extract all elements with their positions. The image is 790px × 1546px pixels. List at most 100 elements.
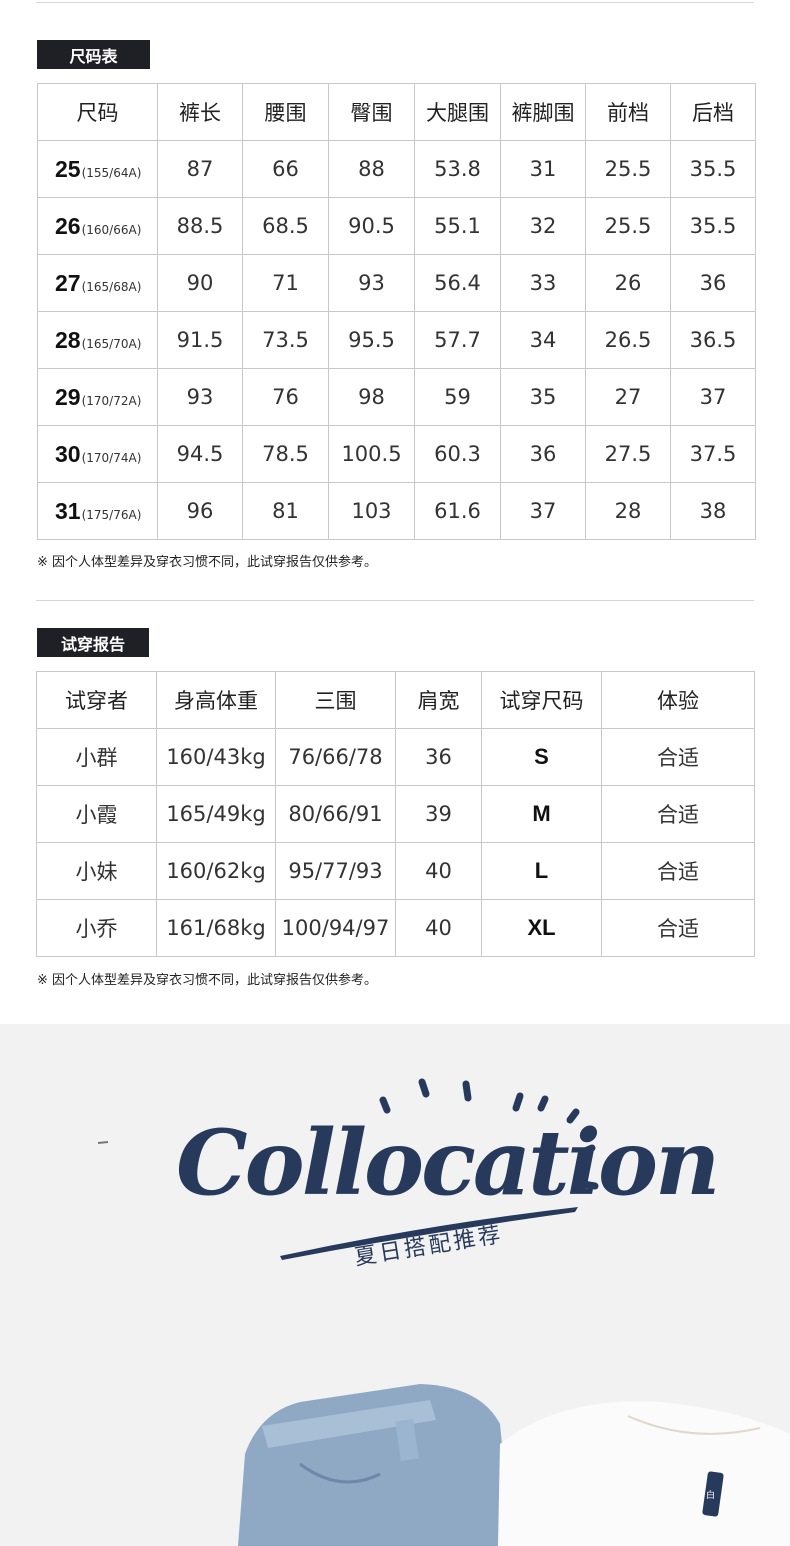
- shoulder-value: 36: [395, 728, 482, 786]
- tester-name: 小霞: [36, 785, 157, 843]
- size-cell: 31(175/76A): [37, 482, 158, 540]
- waist-value: 68.5: [242, 197, 329, 255]
- header-tried-size: 试穿尺码: [481, 671, 602, 729]
- tshirt-tag-label: 白: [706, 1489, 715, 1501]
- tester-name: 小群: [36, 728, 157, 786]
- header-front-rise: 前档: [585, 83, 671, 141]
- waist-value: 78.5: [242, 425, 329, 483]
- size-spec: (165/68A): [81, 279, 142, 294]
- header-leg-opening: 裤脚围: [500, 83, 586, 141]
- length-value: 87: [157, 140, 243, 198]
- experience-value: 合适: [601, 728, 755, 786]
- size-cell: 28(165/70A): [37, 311, 158, 369]
- tshirt-image: [498, 1401, 790, 1546]
- leg-opening-value: 33: [500, 254, 586, 312]
- waist-value: 76: [242, 368, 329, 426]
- back-rise-value: 35.5: [670, 140, 756, 198]
- table-row: 25(155/64A) 87 66 88 53.8 31 25.5 35.5: [37, 140, 756, 198]
- tried-size-value: S: [481, 728, 602, 786]
- thigh-value: 53.8: [414, 140, 501, 198]
- size-cell: 27(165/68A): [37, 254, 158, 312]
- collocation-illustration: 白: [97, 1078, 790, 1546]
- measurements-value: 95/77/93: [275, 842, 396, 900]
- leg-opening-value: 31: [500, 140, 586, 198]
- back-rise-value: 36: [670, 254, 756, 312]
- jeans-image: [238, 1384, 512, 1546]
- front-rise-value: 27: [585, 368, 671, 426]
- size-number: 28: [55, 326, 81, 353]
- table-row: 30(170/74A) 94.5 78.5 100.5 60.3 36 27.5…: [37, 425, 756, 483]
- leg-opening-value: 37: [500, 482, 586, 540]
- height-weight-value: 160/62kg: [156, 842, 276, 900]
- hip-value: 93: [328, 254, 415, 312]
- hip-value: 100.5: [328, 425, 415, 483]
- header-experience: 体验: [601, 671, 755, 729]
- waist-value: 73.5: [242, 311, 329, 369]
- table-row: 26(160/66A) 88.5 68.5 90.5 55.1 32 25.5 …: [37, 197, 756, 255]
- header-height-weight: 身高体重: [156, 671, 276, 729]
- size-number: 31: [55, 497, 81, 524]
- height-weight-value: 161/68kg: [156, 899, 276, 957]
- tester-name: 小乔: [36, 899, 157, 957]
- thigh-value: 60.3: [414, 425, 501, 483]
- shoulder-value: 40: [395, 842, 482, 900]
- size-chart-table: 尺码 裤长 腰围 臀围 大腿围 裤脚围 前档 后档 25(155/64A) 87…: [37, 83, 756, 540]
- hip-value: 98: [328, 368, 415, 426]
- waist-value: 66: [242, 140, 329, 198]
- measurements-value: 80/66/91: [275, 785, 396, 843]
- back-rise-value: 38: [670, 482, 756, 540]
- length-value: 90: [157, 254, 243, 312]
- collocation-title: Collocation: [176, 1110, 720, 1216]
- height-weight-value: 165/49kg: [156, 785, 276, 843]
- length-value: 94.5: [157, 425, 243, 483]
- header-measurements: 三围: [275, 671, 396, 729]
- table-row: 29(170/72A) 93 76 98 59 35 27 37: [37, 368, 756, 426]
- experience-value: 合适: [601, 842, 755, 900]
- size-spec: (165/70A): [81, 336, 142, 351]
- header-length: 裤长: [157, 83, 243, 141]
- tried-size-value: XL: [481, 899, 602, 957]
- front-rise-value: 25.5: [585, 197, 671, 255]
- size-spec: (170/72A): [81, 393, 142, 408]
- leg-opening-value: 34: [500, 311, 586, 369]
- front-rise-value: 27.5: [585, 425, 671, 483]
- back-rise-value: 36.5: [670, 311, 756, 369]
- size-chart-tag: 尺码表: [37, 40, 150, 69]
- table-row: 小群 160/43kg 76/66/78 36 S 合适: [36, 728, 755, 786]
- thigh-value: 56.4: [414, 254, 501, 312]
- height-weight-value: 160/43kg: [156, 728, 276, 786]
- length-value: 96: [157, 482, 243, 540]
- header-waist: 腰围: [242, 83, 329, 141]
- back-rise-value: 37.5: [670, 425, 756, 483]
- table-row: 28(165/70A) 91.5 73.5 95.5 57.7 34 26.5 …: [37, 311, 756, 369]
- size-number: 29: [55, 383, 81, 410]
- size-chart-note: ※ 因个人体型差异及穿衣习惯不同，此试穿报告仅供参考。: [37, 555, 378, 570]
- shoulder-value: 40: [395, 899, 482, 957]
- length-value: 91.5: [157, 311, 243, 369]
- size-cell: 25(155/64A): [37, 140, 158, 198]
- header-back-rise: 后档: [670, 83, 756, 141]
- length-value: 88.5: [157, 197, 243, 255]
- front-rise-value: 25.5: [585, 140, 671, 198]
- table-row: 31(175/76A) 96 81 103 61.6 37 28 38: [37, 482, 756, 540]
- size-cell: 30(170/74A): [37, 425, 158, 483]
- size-chart-header-row: 尺码 裤长 腰围 臀围 大腿围 裤脚围 前档 后档: [37, 83, 756, 141]
- back-rise-value: 35.5: [670, 197, 756, 255]
- fit-report-header-row: 试穿者 身高体重 三围 肩宽 试穿尺码 体验: [36, 671, 755, 729]
- header-hip: 臀围: [328, 83, 415, 141]
- tried-size-value: L: [481, 842, 602, 900]
- measurements-value: 100/94/97: [275, 899, 396, 957]
- experience-value: 合适: [601, 899, 755, 957]
- thigh-value: 59: [414, 368, 501, 426]
- hip-value: 103: [328, 482, 415, 540]
- front-rise-value: 28: [585, 482, 671, 540]
- size-spec: (160/66A): [81, 222, 142, 237]
- table-row: 小妹 160/62kg 95/77/93 40 L 合适: [36, 842, 755, 900]
- header-size: 尺码: [37, 83, 158, 141]
- header-shoulder: 肩宽: [395, 671, 482, 729]
- table-row: 小霞 165/49kg 80/66/91 39 M 合适: [36, 785, 755, 843]
- hip-value: 90.5: [328, 197, 415, 255]
- waist-value: 81: [242, 482, 329, 540]
- leg-opening-value: 35: [500, 368, 586, 426]
- shoulder-value: 39: [395, 785, 482, 843]
